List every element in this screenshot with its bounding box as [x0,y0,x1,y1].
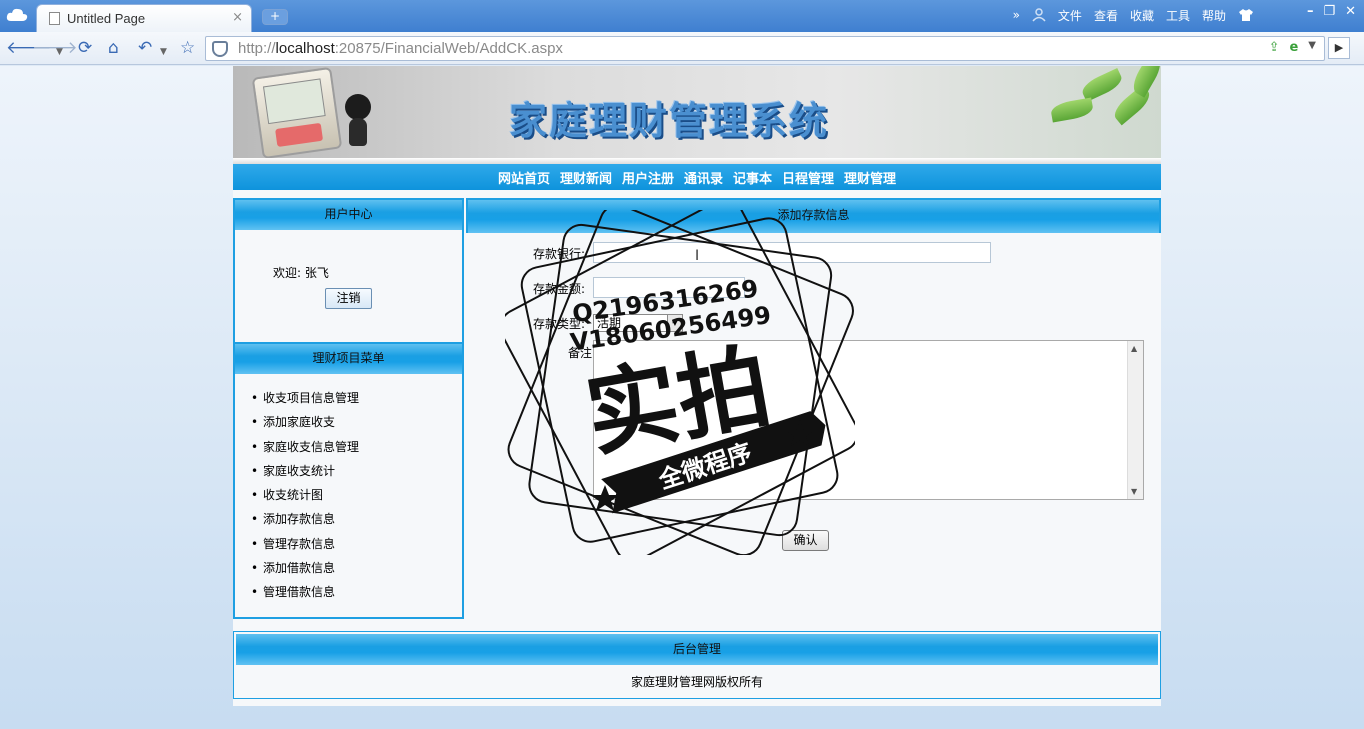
amount-label: 存款金额: [533,282,586,296]
more-chevron-icon[interactable]: » [1013,8,1020,22]
minimize-button[interactable]: – [1307,4,1314,19]
menu-item-manage-income[interactable]: 家庭收支信息管理 [263,435,462,459]
go-button[interactable]: ▶ [1328,37,1350,59]
admin-title: 后台管理 [236,634,1158,665]
share-icon[interactable]: ⇪ [1269,40,1280,55]
page-viewport: 家庭理财管理系统 网站首页 理财新闻 用户注册 通讯录 记事本 日程管理 理财管… [0,66,1364,729]
chevron-down-icon[interactable]: ▼ [667,315,682,331]
menu-tools[interactable]: 工具 [1166,7,1190,24]
user-center-panel: 用户中心 欢迎: 张飞 注销 [233,198,464,342]
nav-finance[interactable]: 理财管理 [844,168,896,187]
home-icon[interactable]: ⌂ [108,38,119,58]
refresh-icon[interactable]: ⟳ [78,38,92,58]
amount-input[interactable] [593,277,745,298]
new-tab-button[interactable]: + [262,9,288,25]
url-text[interactable]: http://localhost:20875/FinancialWeb/AddC… [238,40,563,57]
browser-tab[interactable]: Untitled Page × [36,4,252,32]
browser-menu: » 文件 查看 收藏 工具 帮助 [1013,6,1254,24]
bank-label: 存款银行: [533,247,586,261]
site-footer: 后台管理 家庭理财管理网版权所有 [233,631,1161,699]
finance-menu-list: 收支项目信息管理 添加家庭收支 家庭收支信息管理 家庭收支统计 收支统计图 添加… [235,374,462,605]
nav-contacts[interactable]: 通讯录 [684,168,723,187]
logout-button[interactable]: 注销 [325,288,372,309]
browser-toolbar: 🡐 🡒 ▼ ⟳ ⌂ ↶ ▼ ☆ http://localhost:20875/F… [0,32,1364,65]
site-banner: 家庭理财管理系统 [233,66,1161,158]
nav-home[interactable]: 网站首页 [498,168,550,187]
note-label: 备注: [568,346,597,360]
window-controls: – ❐ ✕ [1307,4,1356,19]
page-icon [49,12,60,25]
calculator-illustration [251,66,343,158]
scroll-down-icon[interactable]: ▼ [1131,487,1137,496]
ie-compat-icon[interactable]: e [1289,40,1298,55]
undo-icon[interactable]: ↶ [138,38,152,58]
menu-item-income-stats[interactable]: 家庭收支统计 [263,459,462,483]
deposit-type-select[interactable]: 活期 ▼ [593,314,683,332]
menu-item-income-chart[interactable]: 收支统计图 [263,483,462,507]
add-deposit-form: 添加存款信息 存款银行: 存款金额: 存款类型: 活期 ▼ 备注: ▲ ▼ 确认 [466,198,1161,618]
menu-item-income-items[interactable]: 收支项目信息管理 [263,386,462,410]
text-cursor-icon: I [695,248,700,264]
skin-shirt-icon[interactable] [1238,8,1254,22]
history-dropdown-icon[interactable]: ▼ [56,42,63,62]
site-container: 家庭理财管理系统 网站首页 理财新闻 用户注册 通讯录 记事本 日程管理 理财管… [233,66,1161,706]
tab-title: Untitled Page [67,11,146,26]
favorite-star-icon[interactable]: ☆ [180,38,195,58]
tab-close-icon[interactable]: × [232,10,243,25]
finance-menu-panel: 理财项目菜单 收支项目信息管理 添加家庭收支 家庭收支信息管理 家庭收支统计 收… [233,342,464,619]
browser-cloud-icon [6,8,28,21]
nav-news[interactable]: 理财新闻 [560,168,612,187]
site-title: 家庭理财管理系统 [509,99,830,143]
main-nav: 网站首页 理财新闻 用户注册 通讯录 记事本 日程管理 理财管理 [233,164,1161,190]
confirm-button[interactable]: 确认 [782,530,829,551]
form-title: 添加存款信息 [466,198,1161,233]
address-dropdown-icon[interactable]: ▼ [1308,40,1316,55]
welcome-text: 欢迎: 张飞 [273,266,329,280]
address-bar[interactable]: http://localhost:20875/FinancialWeb/AddC… [205,36,1325,61]
bank-input[interactable] [593,242,991,263]
menu-item-add-deposit[interactable]: 添加存款信息 [263,507,462,531]
scroll-up-icon[interactable]: ▲ [1131,344,1137,353]
menu-item-manage-loan[interactable]: 管理借款信息 [263,580,462,604]
user-center-title: 用户中心 [235,200,462,230]
menu-help[interactable]: 帮助 [1202,7,1226,24]
copyright-text: 家庭理财管理网版权所有 [630,675,763,689]
restore-button[interactable]: ❐ [1323,4,1335,19]
close-button[interactable]: ✕ [1345,4,1356,19]
finance-menu-title: 理财项目菜单 [235,344,462,374]
leaves-decoration [1011,66,1161,126]
nav-register[interactable]: 用户注册 [622,168,674,187]
menu-view[interactable]: 查看 [1094,7,1118,24]
note-textarea[interactable]: ▲ ▼ [593,340,1144,500]
menu-item-add-loan[interactable]: 添加借款信息 [263,556,462,580]
type-label: 存款类型: [533,317,586,331]
person-illustration [341,94,375,148]
nav-notebook[interactable]: 记事本 [733,168,772,187]
menu-favorites[interactable]: 收藏 [1130,7,1154,24]
undo-dropdown-icon[interactable]: ▼ [160,42,167,62]
forward-icon[interactable]: 🡒 [32,38,78,58]
address-tools: ⇪ e ▼ [1269,40,1316,55]
menu-file[interactable]: 文件 [1058,7,1082,24]
menu-item-manage-deposit[interactable]: 管理存款信息 [263,532,462,556]
browser-titlebar: Untitled Page × + » 文件 查看 收藏 工具 帮助 – ❐ ✕ [0,0,1364,32]
deposit-type-value: 活期 [597,316,622,330]
user-icon[interactable] [1032,8,1046,22]
textarea-scrollbar[interactable]: ▲ ▼ [1127,341,1143,499]
nav-schedule[interactable]: 日程管理 [782,168,834,187]
menu-item-add-income[interactable]: 添加家庭收支 [263,410,462,434]
security-shield-icon [212,41,228,57]
